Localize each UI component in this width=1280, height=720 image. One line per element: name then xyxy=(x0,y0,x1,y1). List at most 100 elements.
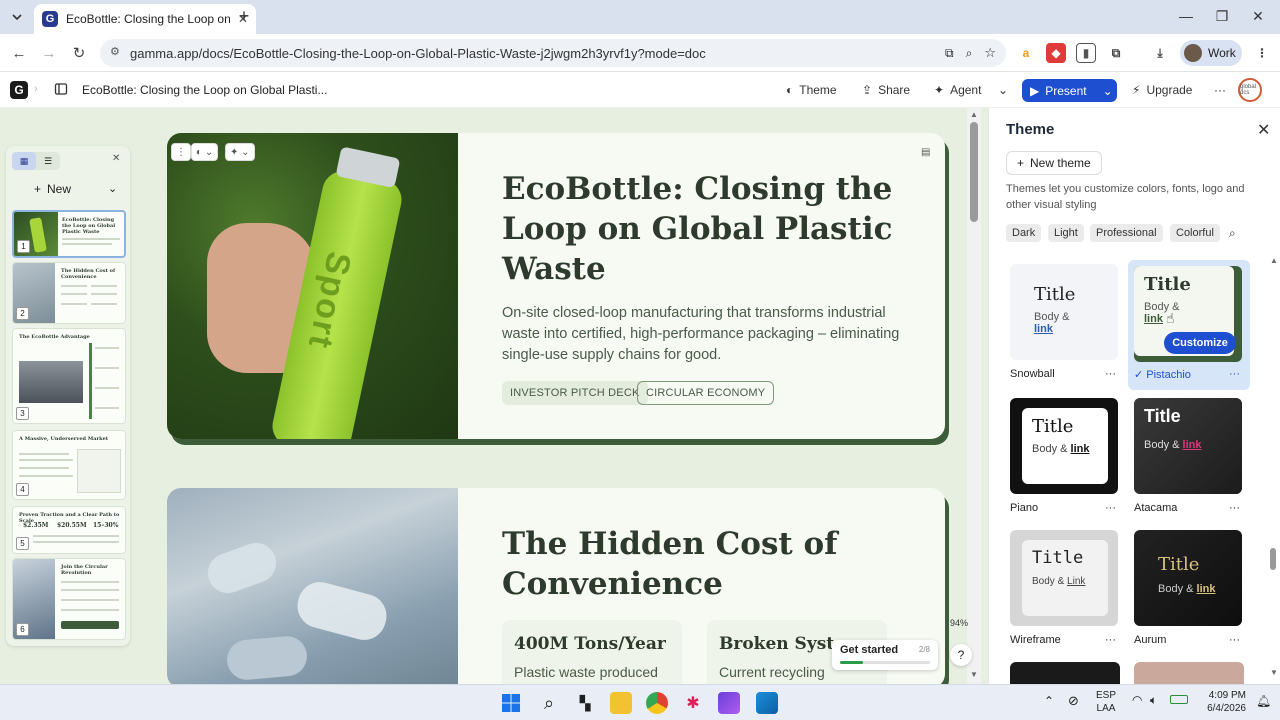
theme-card-partial-dark[interactable] xyxy=(1010,662,1120,684)
address-bar[interactable]: ⚙ gamma.app/docs/EcoBottle-Closing-the-L… xyxy=(100,39,1006,67)
search-icon[interactable]: ⌕ xyxy=(538,692,560,714)
theme-card-pistachio[interactable]: Title Body & link ✓ Pistachio ··· xyxy=(1128,260,1250,390)
scroll-down-arrow-icon[interactable]: ▼ xyxy=(970,670,978,679)
file-explorer-icon[interactable] xyxy=(610,692,632,714)
red-extension-icon[interactable]: ◆ xyxy=(1046,43,1066,63)
chrome-icon[interactable] xyxy=(646,692,668,714)
clock[interactable]: 4:09 PM 6/4/2026 xyxy=(1176,689,1246,715)
chip-investor-pitch-deck[interactable]: INVESTOR PITCH DECK xyxy=(502,381,648,405)
theme-card-wireframe[interactable]: Title Body & Link Wireframe ··· xyxy=(1010,530,1120,646)
close-window-button[interactable]: ✕ xyxy=(1246,6,1270,26)
new-theme-button[interactable]: + New theme xyxy=(1006,151,1102,175)
customize-button[interactable]: Customize xyxy=(1164,332,1236,354)
scroll-up-arrow-icon[interactable]: ▲ xyxy=(1270,256,1278,265)
agent-button[interactable]: ✦ Agent xyxy=(934,80,981,100)
reader-extension-icon[interactable]: ▮ xyxy=(1076,43,1096,63)
azure-app-icon[interactable] xyxy=(756,692,778,714)
chip-circular-economy[interactable]: CIRCULAR ECONOMY xyxy=(637,381,775,405)
account-avatar[interactable]: global dcs xyxy=(1238,78,1262,102)
install-app-icon[interactable]: ⧉ xyxy=(945,46,954,61)
slide-thumbnail-5[interactable]: Proven Traction and a Clear Path to Scal… xyxy=(12,506,126,554)
present-dropdown-chevron-icon[interactable]: ⌄ xyxy=(1103,84,1113,98)
card-comment-icon[interactable]: ▤ xyxy=(917,143,934,161)
theme-card-atacama[interactable]: Title Body & link Atacama ··· xyxy=(1134,398,1244,514)
theme-card-partial-warm[interactable] xyxy=(1134,662,1244,684)
browser-tab-active[interactable]: G EcoBottle: Closing the Loop on ✕ xyxy=(34,4,256,34)
gamma-logo[interactable]: G xyxy=(10,81,28,99)
zoom-icon[interactable]: ⌕ xyxy=(966,46,973,61)
restore-window-button[interactable]: ❐ xyxy=(1210,6,1234,26)
extensions-puzzle-icon[interactable]: ⧉ xyxy=(1106,43,1126,63)
profile-button[interactable]: Work xyxy=(1180,40,1242,66)
theme-more-icon[interactable]: ··· xyxy=(1229,502,1240,514)
card-ai-button[interactable]: ✦ ⌄ xyxy=(225,143,255,161)
slide-1-description[interactable]: On-site closed-loop manufacturing that t… xyxy=(502,303,902,366)
zoom-level[interactable]: 94% xyxy=(950,618,968,628)
search-icon[interactable]: ⌕ xyxy=(1229,226,1236,241)
filter-colorful[interactable]: Colorful xyxy=(1170,224,1220,242)
upgrade-button[interactable]: ⚡ Upgrade xyxy=(1132,80,1192,100)
clipchamp-icon[interactable] xyxy=(718,692,740,714)
slide-thumbnail-4[interactable]: A Massive, Underserved Market 4 xyxy=(12,430,126,500)
grid-view-icon[interactable]: ▦ xyxy=(12,152,36,170)
theme-more-icon[interactable]: ··· xyxy=(1105,368,1116,380)
slide-thumbnail-6[interactable]: Join the Circular Revolution 6 xyxy=(12,558,126,640)
notification-bell-icon[interactable]: 🔔︎ xyxy=(1256,694,1271,708)
theme-more-icon[interactable]: ··· xyxy=(1229,634,1240,646)
theme-more-icon[interactable]: ··· xyxy=(1229,368,1240,381)
task-view-icon[interactable]: ▚ xyxy=(574,692,596,714)
reload-icon[interactable]: ↻ xyxy=(68,42,90,64)
card-style-button[interactable]: ◐ ⌄ xyxy=(191,143,219,161)
filter-light[interactable]: Light xyxy=(1048,224,1084,242)
site-info-icon[interactable]: ⚙ xyxy=(110,45,120,58)
slack-icon[interactable]: ✱ xyxy=(682,692,704,714)
theme-card-snowball[interactable]: Title Body & link Snowball ··· xyxy=(1010,264,1120,380)
theme-more-icon[interactable]: ··· xyxy=(1105,502,1116,514)
present-button[interactable]: ▶ Present ⌄ xyxy=(1022,79,1117,102)
help-button[interactable]: ? xyxy=(950,644,972,666)
filter-dark[interactable]: Dark xyxy=(1006,224,1042,242)
theme-card-aurum[interactable]: Title Body & link Aurum ··· xyxy=(1134,530,1244,646)
slide-thumbnail-3[interactable]: The EcoBottle Advantage 3 xyxy=(12,328,126,424)
sidebar-toggle-icon[interactable] xyxy=(54,82,68,96)
new-card-chevron-icon[interactable]: ⌄ xyxy=(108,182,117,195)
theme-panel-scroll-thumb[interactable] xyxy=(1270,548,1276,570)
language-indicator[interactable]: ESP LAA xyxy=(1096,689,1116,715)
view-toggle[interactable]: ▦ ☰ xyxy=(12,152,60,170)
bookmark-star-icon[interactable]: ☆ xyxy=(984,45,996,61)
amazon-extension-icon[interactable]: a xyxy=(1016,43,1036,63)
browser-menu-icon[interactable]: ⋮ xyxy=(1252,43,1272,63)
back-arrow-icon[interactable]: ← xyxy=(8,42,30,64)
slide-1[interactable]: Sport ⋮ ◐ ⌄ ✦ ⌄ ▤ EcoBottle: Closing the… xyxy=(167,133,945,439)
forward-arrow-icon[interactable]: → xyxy=(38,42,60,64)
doc-title[interactable]: EcoBottle: Closing the Loop on Global Pl… xyxy=(82,83,327,97)
slide-2-title[interactable]: The Hidden Cost of Convenience xyxy=(502,524,902,604)
slide-1-title[interactable]: EcoBottle: Closing the Loop on Global Pl… xyxy=(502,169,902,289)
share-button[interactable]: ⇪ Share xyxy=(862,80,910,100)
get-started-widget[interactable]: Get started 2/8 xyxy=(832,640,938,670)
tray-chevron-icon[interactable]: ⌃ xyxy=(1044,694,1054,708)
card-menu-icon[interactable]: ⋮ xyxy=(171,143,191,161)
slide-thumbnail-1[interactable]: EcoBottle: Closing the Loop on Global Pl… xyxy=(12,210,126,258)
scroll-up-arrow-icon[interactable]: ▲ xyxy=(970,110,978,119)
windows-start-icon[interactable] xyxy=(500,692,522,714)
slide-2[interactable]: The Hidden Cost of Convenience 400M Tons… xyxy=(167,488,945,688)
theme-panel-scrollbar[interactable]: ▲ ▼ xyxy=(1268,256,1280,684)
close-panel-icon[interactable]: ✕ xyxy=(112,153,120,164)
stat-card-1[interactable]: 400M Tons/Year Plastic waste produced xyxy=(502,620,682,688)
more-options-icon[interactable]: ··· xyxy=(1214,80,1226,100)
list-view-icon[interactable]: ☰ xyxy=(36,152,60,170)
close-icon[interactable]: ✕ xyxy=(1257,120,1270,140)
network-off-icon[interactable]: ⊘ xyxy=(1068,693,1079,709)
slide-thumbnail-2[interactable]: The Hidden Cost of Convenience 2 xyxy=(12,262,126,324)
new-tab-button[interactable]: + xyxy=(234,6,254,26)
theme-more-icon[interactable]: ··· xyxy=(1105,634,1116,646)
theme-button[interactable]: ◐ Theme xyxy=(786,80,837,100)
filter-professional[interactable]: Professional xyxy=(1090,224,1163,242)
agent-dropdown-chevron-icon[interactable]: ⌄ xyxy=(998,80,1008,100)
wifi-icon[interactable]: ◠ xyxy=(1132,693,1142,707)
tab-search-chevron-icon[interactable] xyxy=(6,6,28,28)
download-icon[interactable]: ⤓ xyxy=(1150,43,1170,63)
theme-card-piano[interactable]: Title Body & link Piano ··· xyxy=(1010,398,1120,514)
minimize-window-button[interactable]: — xyxy=(1174,6,1198,26)
